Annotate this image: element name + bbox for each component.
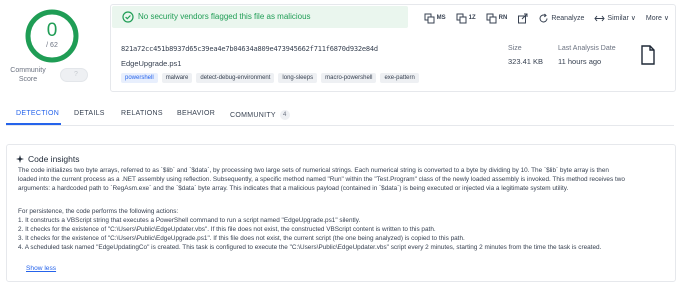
- size-value: 323.41 KB: [508, 57, 544, 66]
- file-summary-card: No security vendors flagged this file as…: [110, 4, 676, 92]
- tag-exe-pattern[interactable]: exe-pattern: [380, 73, 419, 83]
- similar-icon: [594, 15, 606, 21]
- detection-score: 0 / 62: [22, 8, 82, 64]
- tab-bar: DETECTION DETAILS RELATIONS BEHAVIOR COM…: [6, 104, 674, 126]
- community-count-badge: 4: [279, 110, 290, 120]
- tab-behavior[interactable]: BEHAVIOR: [177, 110, 215, 117]
- size-label: Size: [508, 45, 522, 52]
- chevron-down-icon: ∨: [663, 15, 669, 22]
- action-bar: MS 1Z RN Reanalyze Similar ∨ More ∨: [424, 11, 669, 25]
- tag-macro-powershell[interactable]: macro-powershell: [321, 73, 377, 83]
- copy-icon: [424, 13, 435, 23]
- score-ring: 0 / 62: [24, 8, 80, 64]
- tab-community-label: COMMUNITY: [230, 112, 276, 119]
- check-circle-icon: [122, 11, 134, 23]
- insight-paragraph-line: arguments: a hardcoded path to `RegAsm.e…: [18, 185, 569, 192]
- detection-total: / 62: [46, 42, 58, 49]
- tab-community[interactable]: COMMUNITY 4: [230, 110, 290, 120]
- copy-hash-1z-button[interactable]: 1Z: [456, 13, 476, 24]
- tab-relations[interactable]: RELATIONS: [121, 110, 163, 117]
- verdict-text: No security vendors flagged this file as…: [138, 12, 311, 21]
- tag-malware[interactable]: malware: [161, 73, 193, 83]
- insight-paragraph-line: The code initializes two byte arrays, re…: [18, 167, 609, 174]
- reanalyze-label: Reanalyze: [551, 14, 585, 22]
- reanalyze-icon: [539, 13, 548, 22]
- tab-details[interactable]: DETAILS: [74, 110, 105, 117]
- sparkle-icon: [16, 155, 24, 163]
- last-analysis-label: Last Analysis Date: [558, 45, 616, 52]
- persistence-item: 1. It constructs a VBScript string that …: [18, 217, 361, 224]
- show-less-link[interactable]: Show less: [26, 265, 56, 272]
- community-score-value: ?: [74, 71, 78, 78]
- tab-divider: [6, 125, 674, 126]
- persistence-item: 4. A scheduled task named "EdgeUpdatingC…: [18, 244, 602, 251]
- verdict-banner: No security vendors flagged this file as…: [112, 6, 408, 28]
- tag-powershell[interactable]: powershell: [121, 73, 158, 83]
- tab-detection[interactable]: DETECTION: [16, 110, 59, 117]
- community-score-toggle[interactable]: ?: [60, 68, 88, 82]
- similar-label: Similar: [607, 14, 629, 22]
- file-name: EdgeUpgrade.ps1: [121, 59, 182, 68]
- detection-count: 0: [46, 20, 58, 41]
- copy-hash-ms-button[interactable]: MS: [424, 13, 446, 24]
- file-icon: [641, 45, 655, 65]
- copy-sub-label: 1Z: [468, 15, 476, 21]
- tag-detect-debug-environment[interactable]: detect-debug-environment: [196, 73, 275, 83]
- more-label: More: [645, 14, 662, 22]
- copy-sub-label: RN: [498, 15, 508, 21]
- tag-list: powershell malware detect-debug-environm…: [121, 73, 419, 83]
- code-insights-header: Code insights: [16, 154, 80, 164]
- last-analysis-value: 11 hours ago: [558, 57, 602, 66]
- share-icon: [518, 13, 528, 23]
- chevron-down-icon: ∨: [630, 15, 636, 22]
- similar-button[interactable]: Similar ∨: [594, 13, 636, 24]
- copy-hash-rn-button[interactable]: RN: [486, 13, 508, 24]
- insight-paragraph-line: loaded into the current process as a .NE…: [18, 176, 625, 183]
- copy-sub-label: MS: [436, 15, 446, 21]
- community-score-label: Community Score: [10, 67, 46, 83]
- file-hash[interactable]: 821a72cc451b8937d65c39ea4e7b04634a809e47…: [121, 45, 378, 53]
- more-button[interactable]: More ∨: [645, 14, 669, 23]
- persistence-item: 3. It checks for the existence of "C:\Us…: [18, 235, 465, 242]
- share-button[interactable]: [517, 13, 528, 24]
- copy-icon: [456, 13, 467, 23]
- persistence-item: 2. It checks for the existence of "C:\Us…: [18, 226, 436, 233]
- tag-long-sleeps[interactable]: long-sleeps: [278, 73, 318, 83]
- reanalyze-button[interactable]: Reanalyze: [538, 13, 584, 24]
- code-insights-title: Code insights: [28, 154, 80, 164]
- persistence-intro: For persistence, the code performs the f…: [18, 208, 179, 215]
- copy-icon: [486, 13, 497, 23]
